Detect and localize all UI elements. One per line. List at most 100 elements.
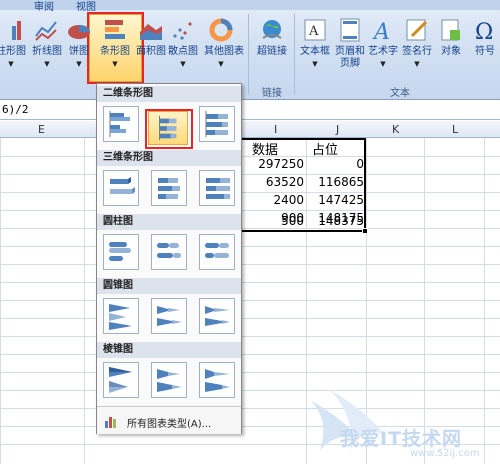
clustered-bar-option[interactable]: [103, 106, 139, 142]
grid-line: [0, 246, 500, 247]
header-footer-icon: [340, 18, 360, 42]
grid-line: [0, 300, 500, 301]
textbox-button[interactable]: A 文本框 ▼: [298, 16, 332, 76]
stacked-pyramid-option[interactable]: [151, 362, 187, 398]
clustered-cylinder-option[interactable]: [103, 234, 139, 270]
column-header-l[interactable]: L: [452, 123, 458, 136]
watermark-text: 我爱IT技术网: [340, 428, 463, 450]
percent-stacked-pyramid-icon: [205, 369, 230, 392]
3d-clustered-bar-option[interactable]: [103, 170, 139, 206]
grid-line: [0, 282, 500, 283]
text-group-label: 文本: [390, 88, 410, 99]
signature-line-button[interactable]: 签名行 ▼: [400, 16, 434, 76]
area-chart-icon: [140, 24, 162, 40]
line-chart-icon: [35, 21, 57, 41]
globe-link-icon: [262, 20, 282, 39]
3d-clustered-bar-icon: [110, 177, 135, 194]
cell-i[interactable]: 500: [240, 214, 304, 228]
object-label: 对象: [441, 46, 461, 57]
stacked-bar-option[interactable]: [148, 111, 188, 145]
area-chart-label: 面积图: [136, 46, 166, 57]
omega-symbol-icon: Ω: [475, 20, 493, 42]
formula-text[interactable]: 6)/2: [2, 103, 29, 116]
section-pyramid: 棱锥图: [97, 342, 241, 358]
column-chart-button[interactable]: 柱形图 ▼: [0, 16, 28, 76]
line-chart-button[interactable]: 折线图 ▼: [30, 16, 64, 76]
chevron-down-icon: ▼: [312, 60, 318, 68]
section-cylinder: 圆柱图: [97, 214, 241, 230]
grid-line: [0, 336, 500, 337]
scatter-chart-label: 散点图: [168, 46, 198, 57]
section-2d-bar: 二维条形图: [97, 86, 241, 102]
wordart-icon: A: [372, 20, 390, 42]
bar-chart-button[interactable]: 条形图 ▼: [98, 16, 132, 76]
percent-stacked-cone-option[interactable]: [199, 298, 235, 334]
chevron-down-icon: ▼: [44, 60, 50, 68]
svg-text:A: A: [372, 20, 390, 42]
object-button[interactable]: 对象: [434, 16, 468, 76]
signature-line-label: 签名行: [402, 46, 432, 57]
column-header-k[interactable]: K: [392, 123, 399, 136]
stacked-pyramid-icon: [157, 369, 182, 392]
clustered-cylinder-icon: [109, 242, 131, 261]
svg-text:Ω: Ω: [475, 20, 493, 42]
percent-stacked-pyramid-option[interactable]: [199, 362, 235, 398]
clustered-cone-icon: [109, 304, 132, 330]
links-group-label: 链接: [262, 88, 282, 99]
pie-chart-button[interactable]: 饼图 ▼: [62, 16, 96, 76]
column-header-row: E I J K L: [0, 121, 500, 138]
symbol-label: 符号: [475, 46, 495, 57]
stacked-cone-icon: [157, 306, 182, 326]
hyperlink-label: 超链接: [257, 46, 287, 57]
column-header-i[interactable]: I: [274, 123, 277, 136]
grid-line: [0, 354, 500, 355]
watermark-url: www.52ij.com: [410, 448, 480, 459]
column-header-e[interactable]: E: [38, 123, 45, 136]
ribbon-tab-strip: 审阅 视图: [0, 0, 500, 13]
chart-types-icon: [105, 417, 116, 428]
symbol-button[interactable]: Ω 符号: [468, 16, 500, 76]
fill-handle[interactable]: [362, 228, 368, 234]
stacked-bar-icon: [159, 115, 177, 141]
column-header-j[interactable]: J: [336, 123, 339, 136]
all-chart-types-item[interactable]: 所有图表类型(A)...: [97, 406, 241, 434]
scatter-chart-button[interactable]: 散点图 ▼: [166, 16, 200, 76]
3d-percent-stacked-bar-icon: [206, 178, 230, 199]
all-chart-types-label: 所有图表类型(A)...: [127, 419, 212, 430]
wordart-button[interactable]: A 艺术字 ▼: [366, 16, 400, 76]
section-3d-bar: 三维条形图: [97, 150, 241, 166]
header-footer-button[interactable]: 页眉和页脚: [332, 16, 368, 76]
cell-j[interactable]: 148375: [306, 214, 364, 228]
grid-line: [0, 372, 500, 373]
percent-stacked-bar-option[interactable]: [199, 106, 235, 142]
header-footer-label: 页眉和页脚: [335, 46, 365, 69]
percent-stacked-bar-icon: [205, 111, 228, 137]
stacked-cylinder-option[interactable]: [151, 234, 187, 270]
pie-chart-label: 饼图: [69, 46, 89, 57]
percent-stacked-cylinder-option[interactable]: [199, 234, 235, 270]
other-charts-button[interactable]: 其他图表 ▼: [204, 16, 244, 76]
wordart-label: 艺术字: [368, 46, 398, 57]
grid-line: [0, 138, 1, 464]
group-separator: [294, 14, 295, 94]
chevron-down-icon: ▼: [112, 60, 118, 68]
grid-line: [0, 264, 500, 265]
scatter-chart-icon: [173, 22, 192, 40]
3d-percent-stacked-bar-option[interactable]: [199, 170, 235, 206]
other-charts-label: 其他图表: [204, 46, 244, 57]
stacked-cone-option[interactable]: [151, 298, 187, 334]
3d-stacked-bar-option[interactable]: [151, 170, 187, 206]
textbox-icon: A: [304, 19, 326, 41]
formula-bar[interactable]: 6)/2: [0, 100, 500, 120]
stacked-cylinder-icon: [157, 243, 181, 258]
clustered-pyramid-option[interactable]: [103, 362, 139, 398]
line-chart-label: 折线图: [32, 46, 62, 57]
section-cone: 圆锥图: [97, 278, 241, 294]
chevron-down-icon: ▼: [76, 60, 82, 68]
hyperlink-button[interactable]: 超链接: [252, 16, 292, 76]
area-chart-button[interactable]: 面积图: [134, 16, 168, 76]
ribbon: 审阅 视图 柱形图 ▼ 折线图 ▼ 饼图 ▼ 条形图 ▼ 面积图 散点图 ▼ 其…: [0, 0, 500, 100]
tab-review[interactable]: 审阅: [34, 0, 54, 13]
column-chart-label: 柱形图: [0, 46, 26, 57]
clustered-cone-option[interactable]: [103, 298, 139, 334]
